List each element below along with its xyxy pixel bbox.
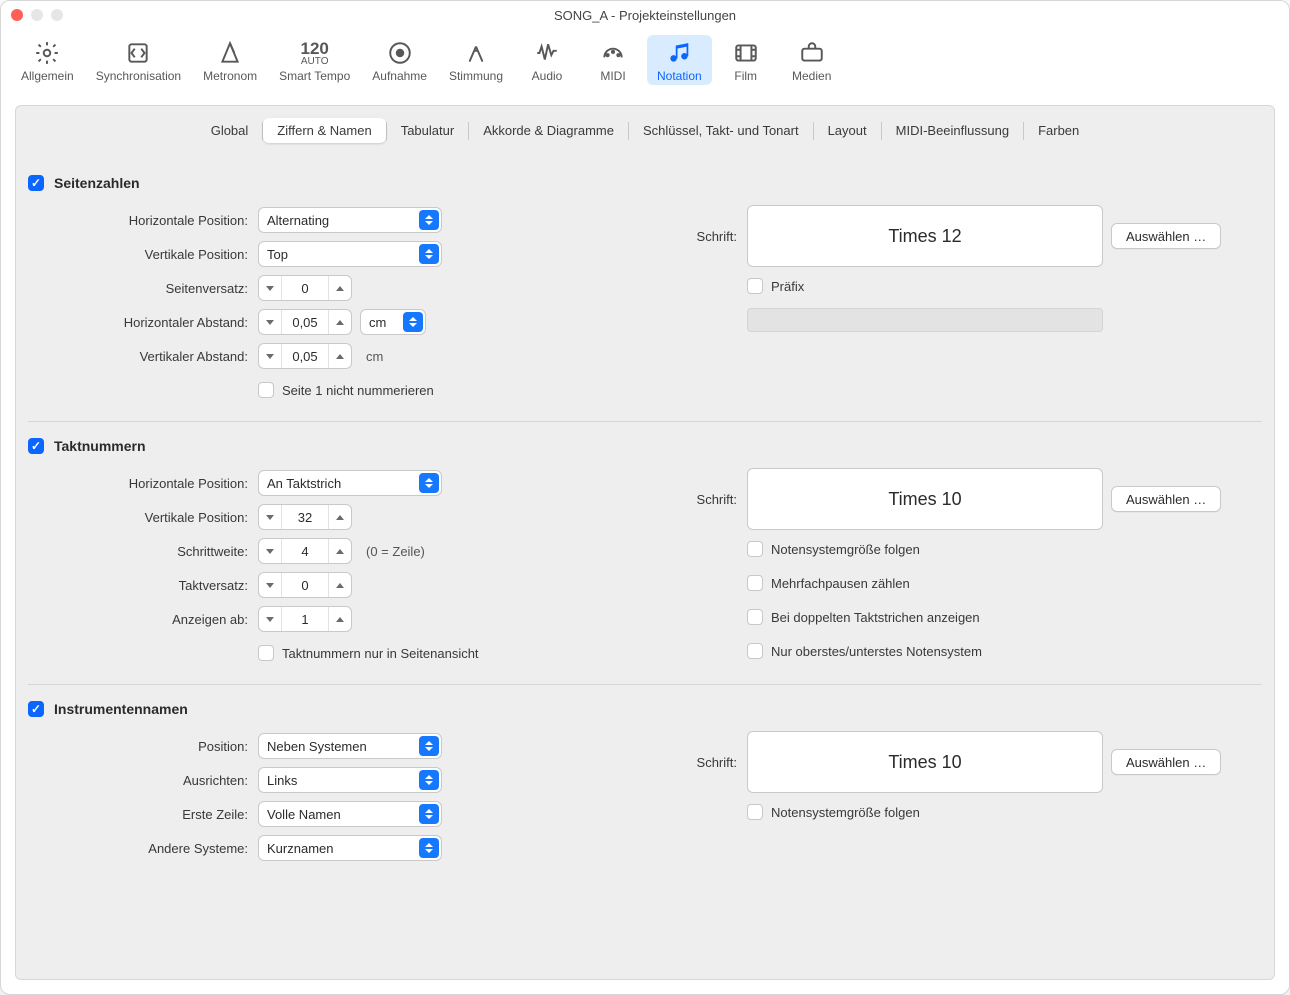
vdist-stepper[interactable]: 0,05 (258, 343, 352, 369)
toolbar-item-fork[interactable]: Stimmung (439, 35, 513, 85)
stepper-up[interactable] (329, 354, 351, 359)
hpos-label: Horizontale Position: (28, 213, 258, 228)
chevron-updown-icon (419, 736, 439, 756)
bar-topbottom-checkbox[interactable] (747, 643, 763, 659)
page-numbers-title: Seitenzahlen (54, 175, 140, 191)
instr-align-select[interactable]: Links (258, 767, 442, 793)
font-preview: Times 12 (747, 205, 1103, 267)
toolbar-item-midi[interactable]: MIDI (581, 35, 645, 85)
midi-icon (600, 39, 626, 67)
bar-font-preview: Times 10 (747, 468, 1103, 530)
auto120-icon: 120AUTO (301, 39, 329, 67)
settings-panel: GlobalZiffern & NamenTabulaturAkkorde & … (15, 105, 1275, 980)
hdist-unit-select[interactable]: cm (360, 309, 426, 335)
subtab-2[interactable]: Tabulatur (387, 118, 468, 143)
stepper-up[interactable] (329, 286, 351, 291)
subtab-7[interactable]: Farben (1024, 118, 1093, 143)
stepper-up[interactable] (329, 320, 351, 325)
bar-step-stepper[interactable]: 4 (258, 538, 352, 564)
prefix-input[interactable] (747, 308, 1103, 332)
subtab-5[interactable]: Layout (814, 118, 881, 143)
chevron-updown-icon (403, 312, 423, 332)
instr-names-title: Instrumentennamen (54, 701, 188, 717)
toolbar-item-metronome[interactable]: Metronom (193, 35, 267, 85)
toolbar-item-notes[interactable]: Notation (647, 35, 712, 85)
bar-from-stepper[interactable]: 1 (258, 606, 352, 632)
page-offset-label: Seitenversatz: (28, 281, 258, 296)
font-select-button[interactable]: Auswählen … (1111, 223, 1221, 249)
prefix-checkbox[interactable] (747, 278, 763, 294)
chevron-updown-icon (419, 770, 439, 790)
stepper-down[interactable] (259, 354, 281, 359)
bar-font-select-button[interactable]: Auswählen … (1111, 486, 1221, 512)
window-title: SONG_A - Projekteinstellungen (1, 8, 1289, 23)
font-label: Schrift: (657, 229, 747, 244)
page-numbers-checkbox[interactable] (28, 175, 44, 191)
toolbar-item-wave[interactable]: Audio (515, 35, 579, 85)
bar-multirest-checkbox[interactable] (747, 575, 763, 591)
subtab-3[interactable]: Akkorde & Diagramme (469, 118, 628, 143)
bar-numbers-checkbox[interactable] (28, 438, 44, 454)
subtab-1[interactable]: Ziffern & Namen (263, 118, 385, 143)
toolbar-item-case[interactable]: Medien (780, 35, 844, 85)
record-icon (387, 39, 413, 67)
bar-hpos-select[interactable]: An Taktstrich (258, 470, 442, 496)
bar-offset-stepper[interactable]: 0 (258, 572, 352, 598)
hdist-stepper[interactable]: 0,05 (258, 309, 352, 335)
instr-pos-select[interactable]: Neben Systemen (258, 733, 442, 759)
chevron-updown-icon (419, 838, 439, 858)
fork-icon (463, 39, 489, 67)
instr-font-select-button[interactable]: Auswählen … (1111, 749, 1221, 775)
chevron-updown-icon (419, 210, 439, 230)
subtabs: GlobalZiffern & NamenTabulaturAkkorde & … (16, 118, 1274, 143)
stepper-down[interactable] (259, 320, 281, 325)
wave-icon (534, 39, 560, 67)
instr-follow-size-checkbox[interactable] (747, 804, 763, 820)
gear-icon (34, 39, 60, 67)
titlebar: SONG_A - Projekteinstellungen (1, 1, 1289, 29)
film-icon (733, 39, 759, 67)
chevron-updown-icon (419, 244, 439, 264)
stepper-down[interactable] (259, 286, 281, 291)
page-offset-stepper[interactable]: 0 (258, 275, 352, 301)
chevron-updown-icon (419, 473, 439, 493)
toolbar-item-gear[interactable]: Allgemein (11, 35, 84, 85)
toolbar-item-film[interactable]: Film (714, 35, 778, 85)
toolbar-item-sync[interactable]: Synchronisation (86, 35, 191, 85)
vpos-select[interactable]: Top (258, 241, 442, 267)
vdist-unit-label: cm (366, 349, 383, 364)
sync-icon (125, 39, 151, 67)
bar-only-page-view-checkbox[interactable] (258, 645, 274, 661)
bar-numbers-title: Taktnummern (54, 438, 146, 454)
toolbar: AllgemeinSynchronisationMetronom120AUTOS… (1, 29, 1289, 97)
toolbar-item-record[interactable]: Aufnahme (362, 35, 437, 85)
instr-names-checkbox[interactable] (28, 701, 44, 717)
skip-first-page-label: Seite 1 nicht nummerieren (282, 383, 434, 398)
bar-vpos-stepper[interactable]: 32 (258, 504, 352, 530)
instr-font-preview: Times 10 (747, 731, 1103, 793)
bar-follow-size-checkbox[interactable] (747, 541, 763, 557)
instr-first-select[interactable]: Volle Namen (258, 801, 442, 827)
hpos-select[interactable]: Alternating (258, 207, 442, 233)
bar-doublebar-checkbox[interactable] (747, 609, 763, 625)
metronome-icon (217, 39, 243, 67)
skip-first-page-checkbox[interactable] (258, 382, 274, 398)
subtab-4[interactable]: Schlüssel, Takt- und Tonart (629, 118, 813, 143)
vdist-label: Vertikaler Abstand: (28, 349, 258, 364)
subtab-6[interactable]: MIDI-Beeinflussung (882, 118, 1023, 143)
notes-icon (666, 39, 692, 67)
prefix-label: Präfix (771, 279, 804, 294)
toolbar-item-auto120[interactable]: 120AUTOSmart Tempo (269, 35, 360, 85)
chevron-updown-icon (419, 804, 439, 824)
case-icon (799, 39, 825, 67)
hdist-label: Horizontaler Abstand: (28, 315, 258, 330)
subtab-0[interactable]: Global (197, 118, 263, 143)
vpos-label: Vertikale Position: (28, 247, 258, 262)
instr-other-select[interactable]: Kurznamen (258, 835, 442, 861)
